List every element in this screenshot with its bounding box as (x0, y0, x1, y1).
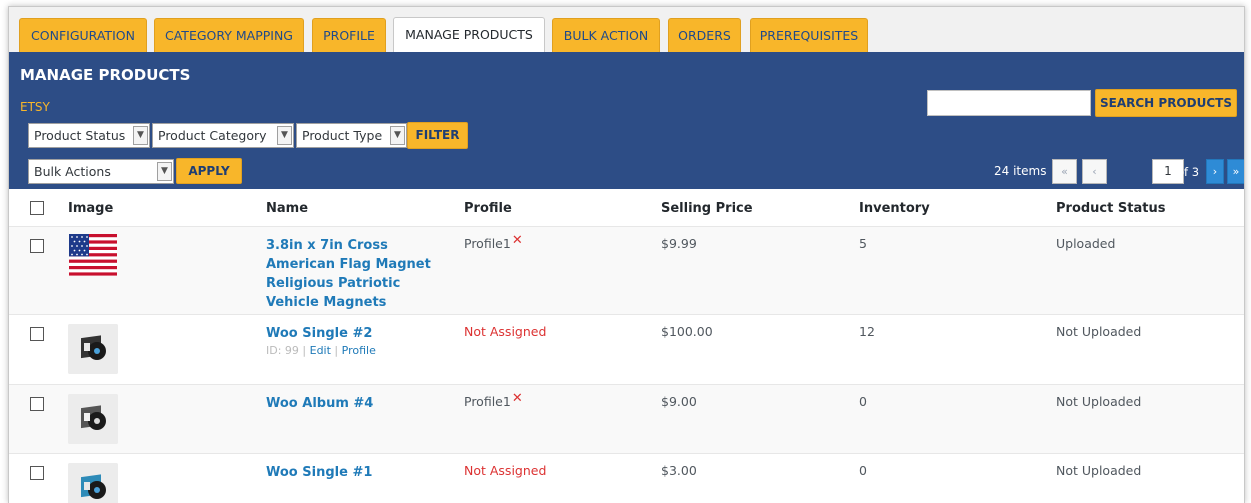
edit-link[interactable]: Edit (310, 344, 331, 357)
row-checkbox[interactable] (30, 327, 44, 341)
manage-products-panel: MANAGE PRODUCTS ETSY SEARCH PRODUCTS Pro… (9, 52, 1244, 189)
marketplace-label: ETSY (20, 100, 50, 114)
chevron-down-icon: ▼ (157, 162, 172, 181)
product-status-select[interactable]: Product Status ▼ (28, 123, 150, 148)
vinyl-record-icon (68, 463, 118, 503)
inventory-value: 5 (859, 236, 867, 251)
column-header-inventory: Inventory (859, 201, 930, 216)
chevron-down-icon: ▼ (390, 126, 405, 145)
selling-price: $3.00 (661, 463, 697, 478)
vinyl-record-icon (68, 394, 118, 444)
product-status: Uploaded (1056, 236, 1116, 251)
filter-button[interactable]: FILTER (407, 122, 468, 149)
selling-price: $100.00 (661, 324, 713, 339)
bulk-actions-select[interactable]: Bulk Actions ▼ (28, 159, 174, 184)
tab-orders[interactable]: ORDERS (668, 18, 741, 52)
product-status: Not Uploaded (1056, 324, 1142, 339)
table-row: 3.8in x 7in Cross American Flag Magnet R… (9, 227, 1244, 315)
total-pages-label: of 3 (1177, 165, 1200, 179)
column-header-name: Name (266, 201, 309, 216)
row-actions: ID: 99 | Edit | Profile (266, 344, 376, 357)
pagination-count: 24 items (994, 164, 1047, 178)
row-checkbox[interactable] (30, 397, 44, 411)
tab-prerequisites[interactable]: PREREQUISITES (750, 18, 868, 52)
product-status: Not Uploaded (1056, 463, 1142, 478)
chevron-down-icon: ▼ (133, 126, 148, 145)
search-products-button[interactable]: SEARCH PRODUCTS (1095, 89, 1237, 117)
selling-price: $9.00 (661, 394, 697, 409)
product-status-select-value: Product Status (34, 128, 126, 143)
tab-bar: CONFIGURATION CATEGORY MAPPING PROFILE M… (9, 7, 1244, 53)
tab-category-mapping[interactable]: CATEGORY MAPPING (154, 18, 304, 52)
table-row: Woo Single #1 Not Assigned $3.00 0 Not U… (9, 454, 1244, 503)
profile-value: Profile1 (464, 236, 511, 251)
profile-value: Profile1 (464, 394, 511, 409)
first-page-button[interactable]: « (1052, 159, 1077, 184)
column-header-product-status: Product Status (1056, 201, 1166, 216)
chevron-down-icon: ▼ (277, 126, 292, 145)
column-header-image: Image (68, 201, 114, 216)
prev-page-button[interactable]: ‹ (1082, 159, 1107, 184)
profile-not-assigned: Not Assigned (464, 324, 547, 339)
selling-price: $9.99 (661, 236, 697, 251)
product-status: Not Uploaded (1056, 394, 1142, 409)
us-flag-icon (69, 234, 117, 276)
inventory-value: 0 (859, 394, 867, 409)
product-manager-frame: CONFIGURATION CATEGORY MAPPING PROFILE M… (8, 6, 1245, 503)
last-page-button[interactable]: » (1227, 159, 1244, 184)
product-category-select[interactable]: Product Category ▼ (152, 123, 294, 148)
inventory-value: 12 (859, 324, 875, 339)
tab-profile[interactable]: PROFILE (312, 18, 386, 52)
product-name-link[interactable]: Woo Single #1 (266, 463, 456, 482)
product-type-select-value: Product Type (302, 128, 383, 143)
column-header-selling-price: Selling Price (661, 201, 753, 216)
product-name-link[interactable]: Woo Album #4 (266, 394, 456, 413)
product-category-select-value: Product Category (158, 128, 267, 143)
tab-manage-products[interactable]: MANAGE PRODUCTS (393, 17, 545, 53)
search-input[interactable] (927, 90, 1091, 116)
table-row: Woo Single #2 ID: 99 | Edit | Profile No… (9, 315, 1244, 385)
table-header-row: Image Name Profile Selling Price Invento… (9, 189, 1244, 227)
product-type-select[interactable]: Product Type ▼ (296, 123, 407, 148)
next-page-button[interactable]: › (1206, 159, 1224, 184)
apply-button[interactable]: APPLY (176, 158, 242, 184)
bulk-actions-select-value: Bulk Actions (34, 164, 111, 179)
remove-profile-icon[interactable]: ✕ (512, 233, 523, 248)
product-name-link[interactable]: Woo Single #2 (266, 324, 456, 343)
select-all-checkbox[interactable] (30, 201, 44, 215)
table-row: Woo Album #4 Profile1✕ $9.00 0 Not Uploa… (9, 385, 1244, 454)
row-checkbox[interactable] (30, 466, 44, 480)
product-name-link[interactable]: 3.8in x 7in Cross American Flag Magnet R… (266, 236, 456, 312)
vinyl-record-icon (68, 324, 118, 374)
row-id: ID: 99 (266, 344, 299, 357)
tab-configuration[interactable]: CONFIGURATION (19, 18, 147, 52)
profile-link[interactable]: Profile (342, 344, 376, 357)
column-header-profile: Profile (464, 201, 512, 216)
page-title: MANAGE PRODUCTS (20, 66, 191, 84)
profile-not-assigned: Not Assigned (464, 463, 547, 478)
remove-profile-icon[interactable]: ✕ (512, 391, 523, 406)
tab-bulk-action[interactable]: BULK ACTION (552, 18, 660, 52)
inventory-value: 0 (859, 463, 867, 478)
row-checkbox[interactable] (30, 239, 44, 253)
